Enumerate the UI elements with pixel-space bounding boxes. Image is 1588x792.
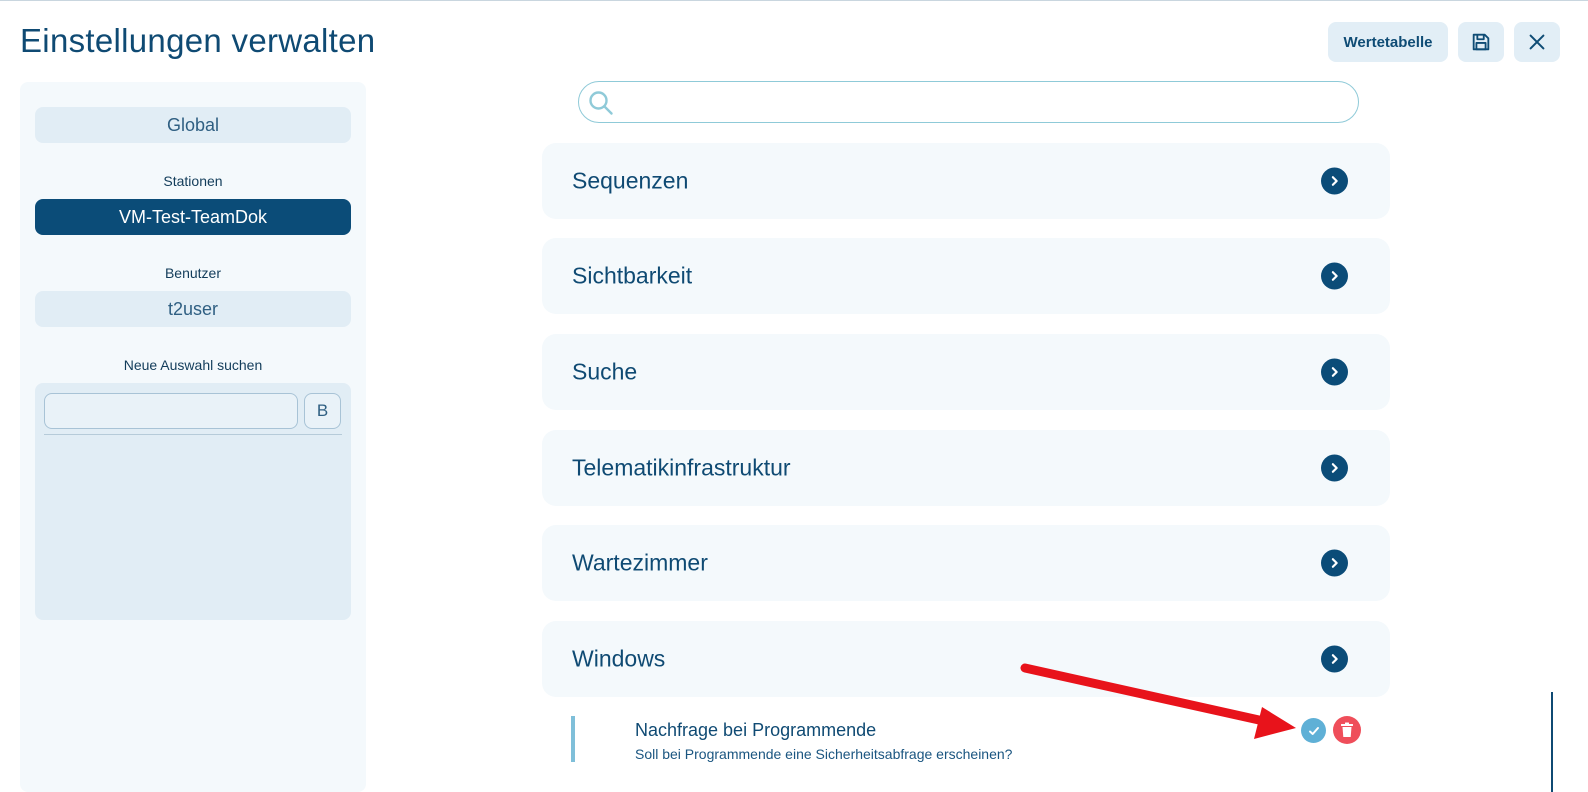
check-icon xyxy=(1308,726,1319,735)
save-icon xyxy=(1472,33,1490,51)
page-title: Einstellungen verwalten xyxy=(20,22,376,59)
chevron-right-icon[interactable] xyxy=(1321,358,1348,386)
top-border xyxy=(0,0,1588,1)
scrollbar[interactable] xyxy=(1551,692,1553,792)
section-label: Telematikinfrastruktur xyxy=(572,454,791,481)
setting-title: Nachfrage bei Programmende xyxy=(635,720,877,740)
setting-item: Nachfrage bei Programmende Soll bei Prog… xyxy=(571,716,1371,764)
new-search-input[interactable] xyxy=(44,393,298,429)
chevron-right-icon[interactable] xyxy=(1321,262,1348,290)
section-label: Sichtbarkeit xyxy=(572,262,693,289)
global-button[interactable]: Global xyxy=(35,107,351,143)
close-button[interactable] xyxy=(1514,22,1560,62)
chevron-right-icon[interactable] xyxy=(1321,549,1348,577)
chevron-right-icon[interactable] xyxy=(1321,167,1348,195)
setting-description: Soll bei Programmende eine Sicherheitsab… xyxy=(635,746,1013,762)
divider xyxy=(44,434,342,435)
station-button[interactable]: VM-Test-TeamDok xyxy=(35,199,351,235)
sidebar: Global Stationen VM-Test-TeamDok Benutze… xyxy=(20,82,366,792)
users-label: Benutzer xyxy=(164,265,222,281)
search-icon xyxy=(589,91,613,115)
close-icon xyxy=(1529,34,1545,50)
stations-label: Stationen xyxy=(163,173,223,189)
delete-button[interactable] xyxy=(1333,716,1361,744)
confirm-button[interactable] xyxy=(1301,718,1326,743)
new-search-button[interactable]: B xyxy=(304,393,341,429)
section-label: Wartezimmer xyxy=(572,549,708,576)
section-sichtbarkeit[interactable]: Sichtbarkeit xyxy=(542,238,1390,314)
section-label: Windows xyxy=(572,645,666,672)
save-button[interactable] xyxy=(1458,22,1504,62)
section-label: Suche xyxy=(572,358,638,385)
section-windows[interactable]: Windows xyxy=(542,621,1390,697)
setting-indicator-bar xyxy=(571,716,575,762)
settings-search-input[interactable] xyxy=(578,81,1359,123)
section-wartezimmer[interactable]: Wartezimmer xyxy=(542,525,1390,601)
trash-icon xyxy=(1341,722,1353,737)
header-actions: Wertetabelle xyxy=(1328,22,1560,62)
section-sequenzen[interactable]: Sequenzen xyxy=(542,143,1390,219)
section-label: Sequenzen xyxy=(572,167,689,194)
section-telematikinfrastruktur[interactable]: Telematikinfrastruktur xyxy=(542,430,1390,506)
chevron-right-icon[interactable] xyxy=(1321,645,1348,673)
section-suche[interactable]: Suche xyxy=(542,334,1390,410)
user-button[interactable]: t2user xyxy=(35,291,351,327)
new-search-panel: B xyxy=(35,383,351,620)
chevron-right-icon[interactable] xyxy=(1321,454,1348,482)
value-table-button[interactable]: Wertetabelle xyxy=(1328,22,1448,62)
new-search-label: Neue Auswahl suchen xyxy=(123,357,263,373)
